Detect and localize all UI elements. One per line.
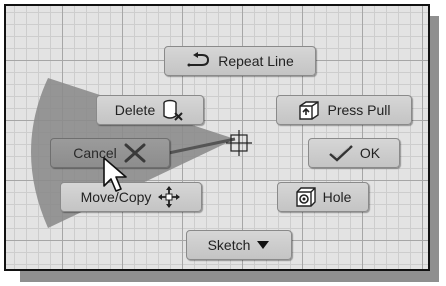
delete-label: Delete [114,102,156,118]
delete-icon [161,99,185,121]
crosshair-icon [226,130,252,156]
repeat-line-icon [186,52,212,70]
hole-label: Hole [322,189,352,205]
checkmark-icon [328,143,354,163]
press-pull-label: Press Pull [327,102,391,118]
ok-button[interactable]: OK [308,138,400,168]
ok-label: OK [359,145,381,161]
move-arrows-icon [157,185,181,209]
press-pull-button[interactable]: Press Pull [276,95,412,125]
press-pull-icon [297,99,321,121]
sketch-label: Sketch [207,237,251,253]
mouse-pointer-icon [103,157,127,192]
delete-button[interactable]: Delete [96,95,204,125]
hole-icon [295,186,317,208]
hole-button[interactable]: Hole [277,182,369,212]
sketch-canvas[interactable]: Repeat Line Delete Press Pull Cancel OK … [4,4,430,271]
repeat-line-button[interactable]: Repeat Line [164,46,316,76]
sketch-dropdown-button[interactable]: Sketch [186,230,292,260]
dropdown-arrow-icon [256,240,270,250]
repeat-line-label: Repeat Line [218,53,294,69]
